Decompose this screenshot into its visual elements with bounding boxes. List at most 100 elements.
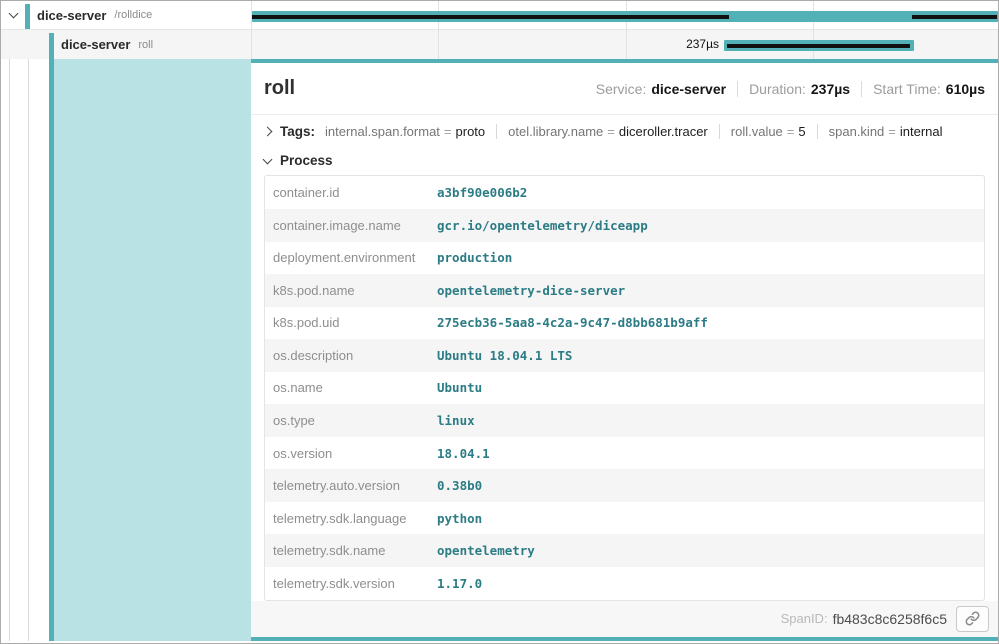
attribute-value: opentelemetry: [437, 543, 535, 558]
table-row: k8s.pod.uid 275ecb36-5aa8-4c2a-9c47-d8bb…: [265, 307, 984, 340]
service-label: Service:: [596, 81, 647, 97]
span-bar-rolldice[interactable]: [252, 11, 998, 22]
span-row-roll-label[interactable]: dice-server roll: [1, 30, 251, 59]
attribute-key: os.description: [265, 348, 437, 363]
process-attributes-table: container.id a3bf90e006b2 container.imag…: [264, 175, 985, 600]
trace-timeline: 237µs: [251, 1, 998, 59]
attribute-key: container.image.name: [265, 218, 437, 233]
tag-divider: [817, 124, 818, 139]
span-duration-label: 237µs: [251, 37, 719, 51]
service-color-bar: [49, 33, 54, 59]
operation-name: roll: [138, 39, 153, 51]
table-row: container.id a3bf90e006b2: [265, 176, 984, 209]
process-section-toggle[interactable]: Process: [251, 148, 998, 174]
attribute-value: opentelemetry-dice-server: [437, 283, 625, 298]
span-row-rolldice-label[interactable]: dice-server /rolldice: [1, 1, 251, 29]
tag-key: roll.value: [731, 124, 783, 139]
child-time-stripe: [252, 15, 729, 19]
duration-label: Duration:: [749, 81, 806, 97]
link-icon: [965, 611, 980, 626]
tag-key: span.kind: [829, 124, 885, 139]
attribute-value: 0.38b0: [437, 478, 482, 493]
attribute-key: telemetry.sdk.version: [265, 576, 437, 591]
attribute-key: os.type: [265, 413, 437, 428]
attribute-key: os.version: [265, 446, 437, 461]
attribute-key: telemetry.sdk.name: [265, 543, 437, 558]
span-summary: Service: dice-server Duration: 237µs Sta…: [596, 81, 985, 97]
jaeger-trace-view: dice-server /rolldice dice-server roll 2…: [0, 0, 999, 644]
table-row: telemetry.auto.version 0.38b0: [265, 469, 984, 502]
attribute-value: a3bf90e006b2: [437, 185, 527, 200]
table-row: os.version 18.04.1: [265, 437, 984, 470]
tag-item: span.kind = internal: [829, 124, 943, 139]
start-time-label: Start Time:: [873, 81, 941, 97]
tag-value: diceroller.tracer: [619, 124, 708, 139]
attribute-key: k8s.pod.name: [265, 283, 437, 298]
span-id-label: SpanID:: [781, 611, 828, 626]
tag-value: proto: [456, 124, 486, 139]
tag-divider: [496, 124, 497, 139]
span-detail-panel: roll Service: dice-server Duration: 237µ…: [251, 59, 998, 641]
span-detail-header: roll Service: dice-server Duration: 237µ…: [251, 63, 998, 115]
span-tree-gutter: [1, 59, 251, 641]
attribute-key: k8s.pod.uid: [265, 315, 437, 330]
tags-label: Tags:: [280, 124, 315, 139]
table-row: container.image.name gcr.io/opentelemetr…: [265, 209, 984, 242]
tag-equals: =: [888, 124, 896, 139]
chevron-down-icon: [8, 9, 18, 19]
tag-item: roll.value = 5: [731, 124, 806, 139]
attribute-value: production: [437, 250, 512, 265]
tag-item: otel.library.name = diceroller.tracer: [508, 124, 708, 139]
tag-value: internal: [900, 124, 943, 139]
service-name: dice-server: [61, 37, 130, 52]
table-row: deployment.environment production: [265, 242, 984, 275]
attribute-value: linux: [437, 413, 475, 428]
service-color-bar: [25, 4, 30, 29]
copy-link-button[interactable]: [956, 606, 989, 632]
indent-guide: [9, 59, 10, 641]
attribute-value: Ubuntu: [437, 380, 482, 395]
attribute-value: 1.17.0: [437, 576, 482, 591]
process-label: Process: [280, 153, 333, 168]
span-id-value: fb483c8c6258f6c5: [833, 611, 947, 627]
tag-divider: [719, 124, 720, 139]
table-row: os.description Ubuntu 18.04.1 LTS: [265, 339, 984, 372]
operation-name: /rolldice: [114, 9, 152, 21]
attribute-key: os.name: [265, 380, 437, 395]
tag-value: 5: [798, 124, 805, 139]
span-bar-roll[interactable]: [724, 40, 914, 51]
selected-span-highlight: [54, 59, 251, 641]
service-value: dice-server: [651, 81, 726, 97]
chevron-down-icon: [263, 154, 273, 164]
tag-equals: =: [444, 124, 452, 139]
span-detail-footer: SpanID: fb483c8c6258f6c5: [251, 601, 998, 637]
tag-item: internal.span.format = proto: [325, 124, 485, 139]
indent-guide: [28, 59, 29, 641]
table-row: telemetry.sdk.name opentelemetry: [265, 534, 984, 567]
table-row: telemetry.sdk.language python: [265, 502, 984, 535]
child-time-stripe: [912, 15, 997, 19]
tag-key: internal.span.format: [325, 124, 440, 139]
attribute-key: container.id: [265, 185, 437, 200]
attribute-key: telemetry.auto.version: [265, 478, 437, 493]
service-name: dice-server: [37, 8, 106, 23]
collapse-toggle[interactable]: [1, 13, 25, 17]
table-row: k8s.pod.name opentelemetry-dice-server: [265, 274, 984, 307]
table-row: os.type linux: [265, 404, 984, 437]
attribute-value: gcr.io/opentelemetry/diceapp: [437, 218, 648, 233]
summary-divider: [737, 81, 738, 97]
chevron-right-icon: [263, 127, 273, 137]
summary-divider: [861, 81, 862, 97]
attribute-key: telemetry.sdk.language: [265, 511, 437, 526]
span-operation-title: roll: [264, 77, 295, 100]
attribute-value: Ubuntu 18.04.1 LTS: [437, 348, 572, 363]
attribute-value: python: [437, 511, 482, 526]
tag-key: otel.library.name: [508, 124, 603, 139]
duration-value: 237µs: [811, 81, 850, 97]
tag-equals: =: [787, 124, 795, 139]
attribute-value: 18.04.1: [437, 446, 490, 461]
attribute-key: deployment.environment: [265, 250, 437, 265]
tags-section-toggle[interactable]: Tags: internal.span.format = proto otel.…: [251, 115, 998, 148]
table-row: os.name Ubuntu: [265, 372, 984, 405]
table-row: telemetry.sdk.version 1.17.0: [265, 567, 984, 600]
